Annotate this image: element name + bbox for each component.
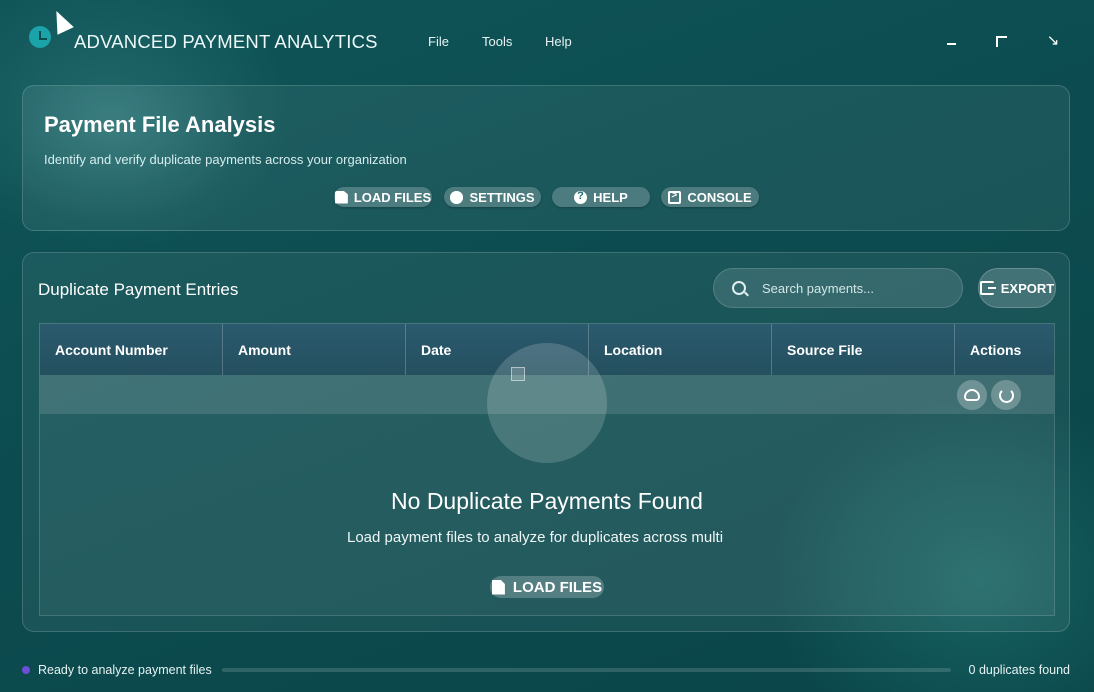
export-label: EXPORT [1000,280,1055,296]
duplicates-table: Account Number Amount Date Location Sour… [39,323,1055,616]
app-title: ADVANCED PAYMENT ANALYTICS [74,31,378,52]
column-source-file[interactable]: Source File [772,324,955,375]
search-input[interactable] [762,280,942,296]
maximize-button[interactable] [995,32,1013,50]
status-text: Ready to analyze payment files [38,663,212,677]
column-amount[interactable]: Amount [223,324,406,375]
column-actions: Actions [970,341,1022,358]
verify-icon[interactable] [991,380,1021,410]
loading-spinner [487,343,607,463]
section-title: Duplicate Payment Entries [38,280,239,299]
title-bar: ADVANCED PAYMENT ANALYTICS File Tools He… [0,0,1094,82]
header-card: Payment File Analysis Identify and verif… [22,85,1070,231]
clock-logo-icon [29,26,51,48]
search-box[interactable] [713,268,963,308]
empty-state-subtitle: Load payment files to analyze for duplic… [347,529,724,546]
gear-icon [450,190,464,204]
help-icon [574,190,588,204]
menu-help[interactable]: Help [545,34,572,49]
console-label: CONSOLE [687,189,752,205]
load-files-button[interactable]: LOAD FILES [334,187,432,207]
status-indicator [22,666,30,674]
page-subtitle: Identify and verify duplicate payments a… [44,152,407,167]
broken-image-icon [511,367,525,381]
duplicates-card: Duplicate Payment Entries EXPORT Account… [22,252,1070,632]
column-account-number[interactable]: Account Number [40,324,223,375]
view-icon[interactable] [957,380,987,410]
help-button[interactable]: HELP [552,187,650,207]
load-files-label: LOAD FILES [353,189,432,205]
empty-state-title: No Duplicate Payments Found [391,488,703,514]
analysis-progress-bar [222,668,951,672]
duplicates-count: 0 duplicates found [968,663,1070,677]
page-title: Payment File Analysis [44,112,276,137]
menu-tools[interactable]: Tools [482,34,512,49]
export-icon [979,281,996,295]
file-icon [334,190,348,204]
minimize-button[interactable] [945,32,963,50]
help-label: HELP [593,189,628,205]
file-icon [491,579,505,595]
console-icon [668,190,682,204]
settings-label: SETTINGS [469,189,535,205]
export-button[interactable]: EXPORT [978,268,1056,308]
menu-file[interactable]: File [428,34,449,49]
empty-load-files-label: LOAD FILES [512,578,603,596]
close-button[interactable]: ↘ [1044,32,1062,50]
search-icon [732,281,746,295]
column-location[interactable]: Location [589,324,772,375]
console-button[interactable]: CONSOLE [661,187,759,207]
settings-button[interactable]: SETTINGS [444,187,541,207]
empty-load-files-button[interactable]: LOAD FILES [490,576,604,598]
